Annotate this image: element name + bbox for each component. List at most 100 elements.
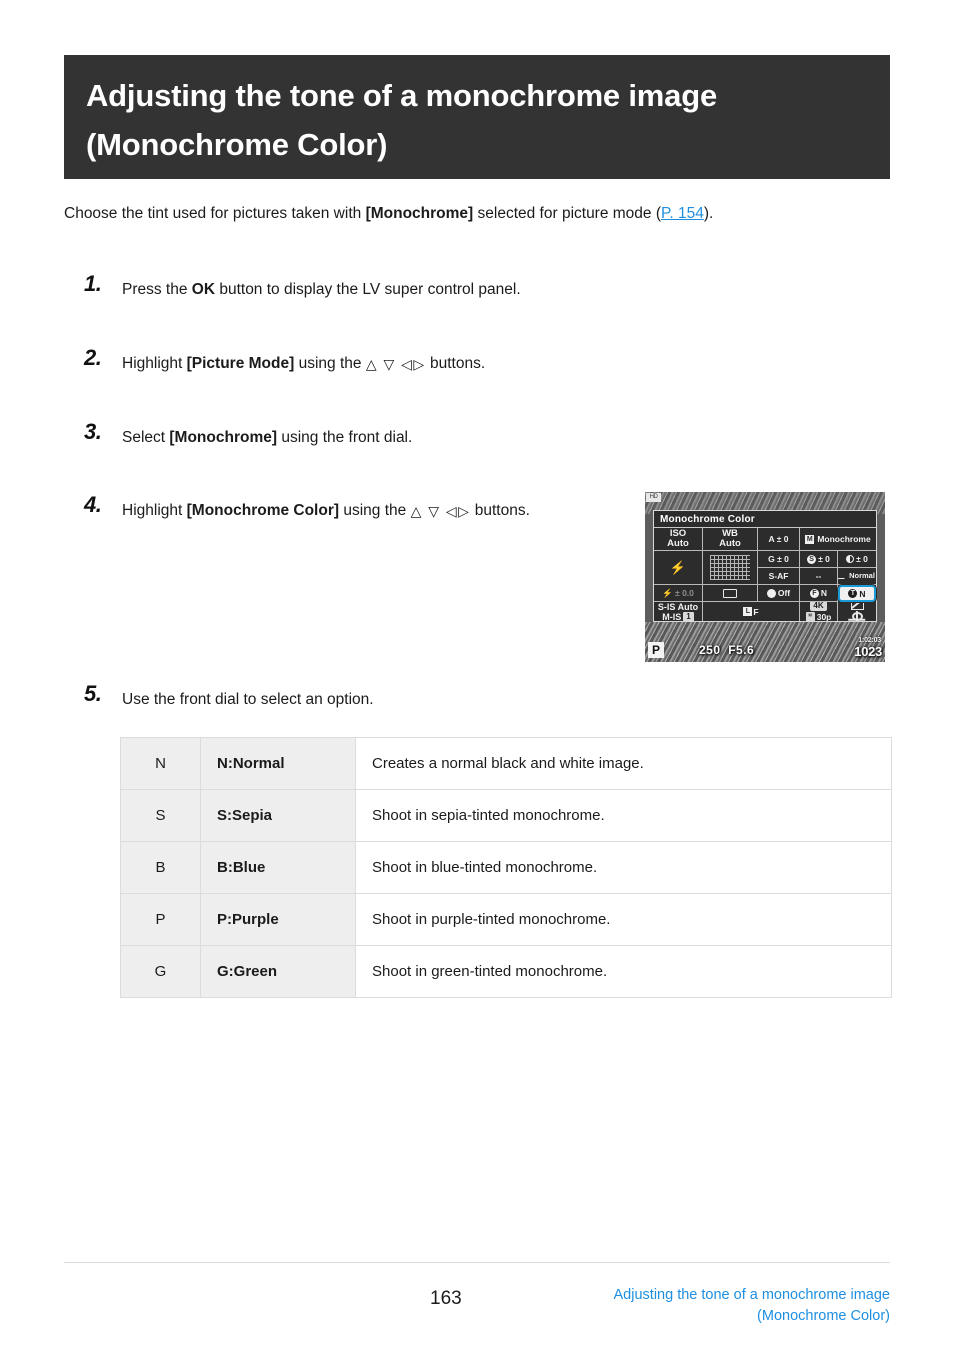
option-label: G:Green [200, 945, 356, 998]
sharpness-value: Normal [849, 571, 875, 580]
cell-sharpness[interactable]: Normal [838, 568, 876, 585]
option-description: Shoot in purple-tinted monochrome. [355, 893, 892, 946]
table-row: N N:Normal Creates a normal black and wh… [120, 737, 892, 790]
footer-divider [64, 1262, 890, 1263]
art-filter-icon: F [809, 588, 819, 598]
image-size-icon: L [743, 607, 753, 616]
m-is-label: M-IS [662, 611, 682, 622]
cell-contrast[interactable]: ± 0 [838, 551, 876, 568]
face-priority-icon [766, 588, 776, 598]
option-description: Creates a normal black and white image. [355, 737, 892, 790]
cell-picture-mode[interactable]: M Monochrome [800, 528, 876, 551]
step-4-number: 4. [84, 492, 102, 517]
picture-mode-icon: M [805, 534, 815, 544]
page-reference-link[interactable]: P. 154 [661, 205, 704, 222]
cell-af-target[interactable] [703, 551, 758, 585]
options-table-body: N N:Normal Creates a normal black and wh… [120, 737, 892, 998]
table-row: B B:Blue Shoot in blue-tinted monochrome… [120, 841, 892, 894]
arrow-buttons-icon: △ ▽ ◁▷ [410, 503, 471, 519]
step-3-number: 3. [84, 419, 102, 444]
flash-icon: ⚡ [669, 559, 687, 575]
af-mode-value: S-AF [768, 571, 789, 581]
step-4: 4. Highlight [Monochrome Color] using th… [84, 494, 684, 522]
page-title-line1: Adjusting the tone of a monochrome image [86, 78, 717, 113]
cell-af-mode[interactable]: S-AF [758, 568, 800, 585]
cell-face-priority[interactable]: Off [758, 585, 800, 602]
page-title-banner: Adjusting the tone of a monochrome image… [64, 55, 890, 179]
step-2: 2. Highlight [Picture Mode] using the △ … [84, 347, 684, 375]
step-4-bold: [Monochrome Color] [186, 502, 340, 519]
cell-metering-dash[interactable]: -- [800, 568, 838, 585]
af-target-grid-icon [710, 555, 750, 580]
step-4-text: Highlight [Monochrome Color] using the △… [122, 500, 684, 522]
cell-wb-compensation-g[interactable]: G ± 0 [758, 551, 800, 568]
gear-icon [851, 610, 863, 621]
saturation-icon: S [807, 554, 817, 564]
control-panel-grid: Monochrome Color ISO Auto WB Auto A ± 0 … [653, 510, 877, 622]
wb-value: Auto [719, 538, 741, 549]
saturation-value: ± 0 [818, 554, 830, 564]
control-panel-cells: ISO Auto WB Auto A ± 0 M Monochrome G ± … [654, 528, 876, 621]
picture-mode-value: Monochrome [817, 534, 871, 544]
monochrome-color-value: N [859, 588, 866, 599]
control-panel-title: Monochrome Color [654, 511, 876, 528]
option-label: B:Blue [200, 841, 356, 894]
page-number: 163 [430, 1288, 462, 1309]
step-2-number: 2. [84, 345, 102, 370]
movie-fps-row: ᴹ 30p [805, 612, 832, 621]
aperture-value: F5.6 [728, 643, 755, 657]
intro-mid: selected for picture mode ( [473, 205, 662, 222]
option-description: Shoot in green-tinted monochrome. [355, 945, 892, 998]
page-title-line2: (Monochrome Color) [86, 127, 388, 162]
table-row: G G:Green Shoot in green-tinted monochro… [120, 945, 892, 998]
step-1-bold: OK [191, 281, 216, 298]
intro-paragraph: Choose the tint used for pictures taken … [64, 203, 894, 225]
wb-comp-a-value: A ± 0 [768, 534, 789, 544]
contrast-value: ± 0 [856, 554, 868, 564]
cell-monochrome-color-selected[interactable]: T N [838, 585, 876, 602]
option-key: P [120, 893, 201, 946]
table-row: S S:Sepia Shoot in sepia-tinted monochro… [120, 789, 892, 842]
cell-white-balance[interactable]: WB Auto [703, 528, 758, 551]
cell-movie-quality[interactable]: 4K ᴹ 30p [800, 602, 838, 621]
cell-drive-mode[interactable] [703, 585, 758, 602]
step-2-post: using the [294, 355, 366, 372]
footer-section-link[interactable]: Adjusting the tone of a monochrome image… [470, 1285, 890, 1327]
step-3-pre: Select [122, 429, 170, 446]
cell-wb-compensation-a[interactable]: A ± 0 [758, 528, 800, 551]
intro-post: ). [703, 205, 714, 222]
cell-custom-settings[interactable] [838, 602, 876, 621]
step-3-text: Select [Monochrome] using the front dial… [122, 427, 684, 449]
movie-fps-value: 30p [816, 612, 832, 621]
cell-saturation[interactable]: S ± 0 [800, 551, 838, 568]
step-1-text: Press the OK button to display the LV su… [122, 279, 684, 301]
footer-link-line2: (Monochrome Color) [757, 1308, 890, 1324]
lv-super-control-panel-figure: HD Monochrome Color ISO Auto WB Auto A ±… [645, 492, 885, 662]
viewfinder-background-bottom [645, 622, 885, 662]
cell-image-stabilizer[interactable]: S-IS Auto M-IS 1 [654, 602, 703, 621]
cell-image-quality[interactable]: L F [703, 602, 800, 621]
intro-pre: Choose the tint used for pictures taken … [64, 205, 366, 222]
option-description: Shoot in sepia-tinted monochrome. [355, 789, 892, 842]
exposure-readout: 250 F5.6 [699, 643, 754, 657]
step-3-bold: [Monochrome] [169, 429, 278, 446]
step-2-pre: Highlight [122, 355, 187, 372]
cell-flash-compensation[interactable]: ⚡ ± 0.0 [654, 585, 703, 602]
option-key: B [120, 841, 201, 894]
face-priority-value: Off [777, 588, 791, 598]
step-3: 3. Select [Monochrome] using the front d… [84, 421, 684, 449]
flash-compensation-value: ⚡ ± 0.0 [662, 588, 694, 598]
option-key: N [120, 737, 201, 790]
manual-page: Adjusting the tone of a monochrome image… [0, 0, 954, 1354]
cell-art-filter[interactable]: F N [800, 585, 838, 602]
page-title: Adjusting the tone of a monochrome image… [86, 71, 868, 169]
option-label: P:Purple [200, 893, 356, 946]
step-1-post: button to display the LV super control p… [215, 281, 521, 298]
intro-bold-term: [Monochrome] [365, 205, 474, 222]
monochrome-color-options-table: N N:Normal Creates a normal black and wh… [120, 737, 892, 998]
cell-iso[interactable]: ISO Auto [654, 528, 703, 551]
monochrome-color-icon: T [848, 589, 858, 598]
cell-flash-mode[interactable]: ⚡ [654, 551, 703, 585]
contrast-icon [846, 555, 855, 563]
option-key: G [120, 945, 201, 998]
